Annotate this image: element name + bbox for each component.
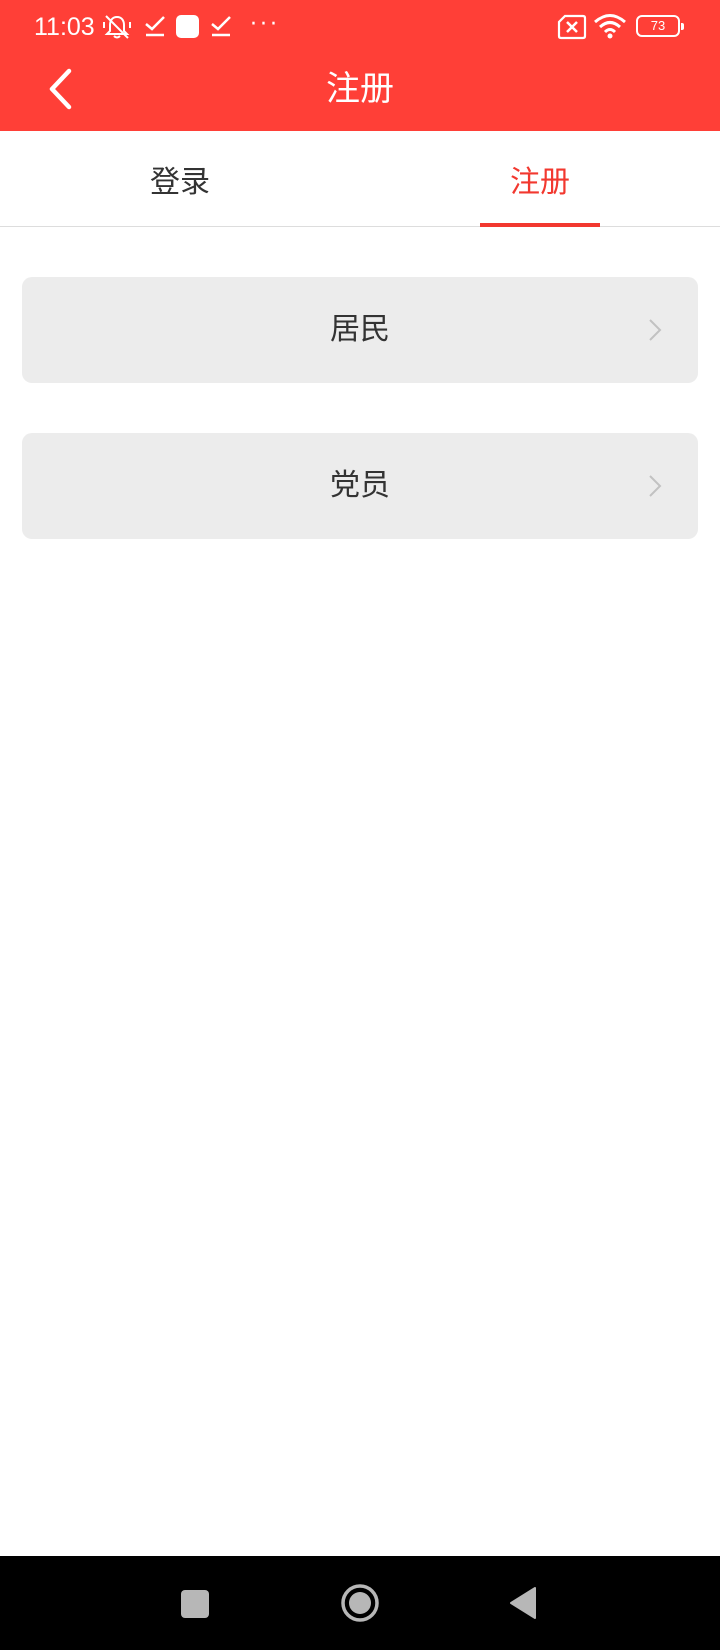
bell-muted-icon <box>103 15 131 39</box>
status-bar: 11:03 ··· 73 <box>0 0 720 54</box>
square-icon <box>176 15 199 38</box>
wifi-icon <box>594 14 626 39</box>
party-member-option-button[interactable]: 党员 <box>22 433 698 539</box>
header: 11:03 ··· 73 注册 <box>0 0 720 131</box>
sim-error-icon <box>557 14 587 40</box>
chevron-right-icon <box>649 319 662 341</box>
system-nav-bar <box>0 1556 720 1650</box>
tab-login[interactable]: 登录 <box>0 131 360 226</box>
check-icon <box>145 16 165 37</box>
chevron-right-icon <box>649 475 662 497</box>
title-bar: 注册 <box>0 54 720 131</box>
back-triangle-icon[interactable] <box>508 1586 538 1620</box>
option-label-party-member: 党员 <box>330 468 390 503</box>
register-screen: 11:03 ··· 73 注册 登录 注册 居民 党员 <box>0 0 720 1650</box>
recents-square-icon[interactable] <box>181 1590 209 1618</box>
battery-icon: 73 <box>636 15 684 37</box>
check-icon <box>211 16 231 37</box>
active-tab-indicator <box>480 223 600 227</box>
more-icon: ··· <box>250 12 280 37</box>
status-time: 11:03 <box>34 13 95 41</box>
home-circle-icon[interactable] <box>340 1583 380 1623</box>
resident-option-button[interactable]: 居民 <box>22 277 698 383</box>
tab-register[interactable]: 注册 <box>360 131 720 226</box>
option-label-resident: 居民 <box>330 312 390 347</box>
page-title: 注册 <box>326 69 394 109</box>
tab-bar: 登录 注册 <box>0 131 720 227</box>
